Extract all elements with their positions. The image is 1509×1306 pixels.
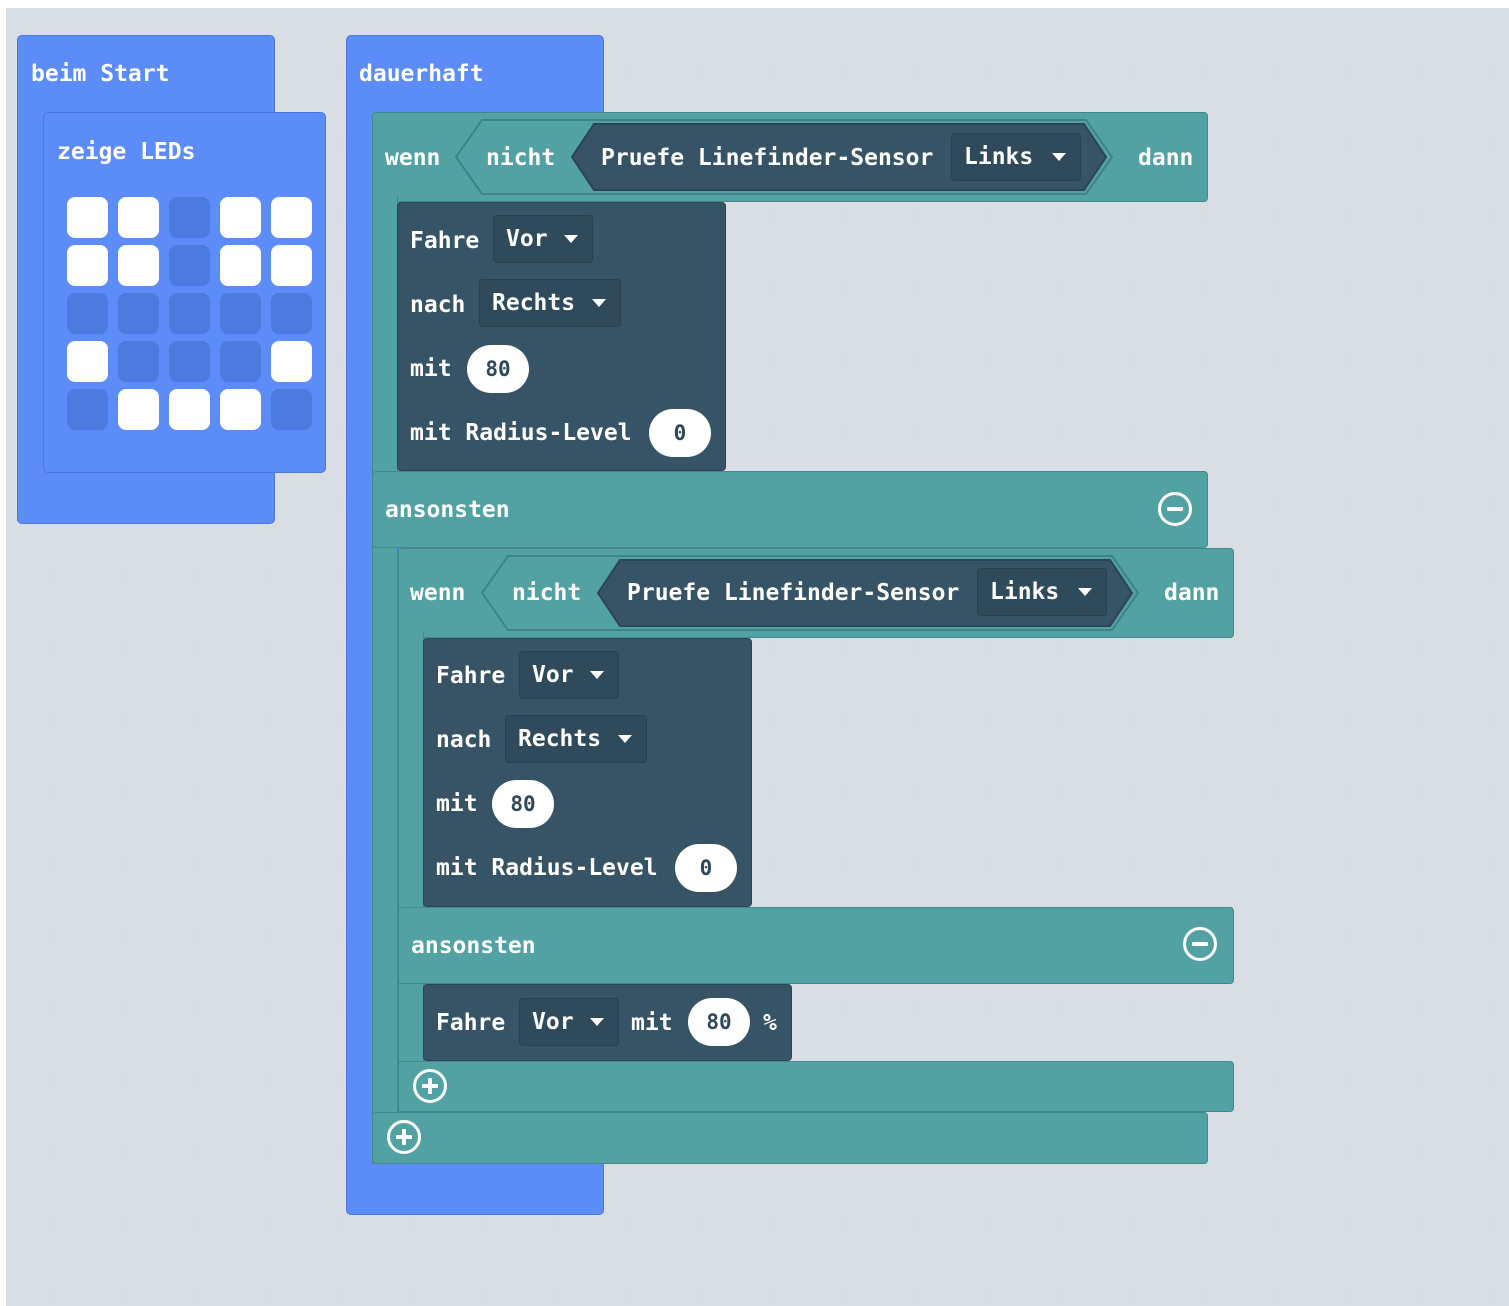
led-cell[interactable] [118,293,159,334]
else-with-label: mit [631,1010,673,1036]
chevron-down-icon [590,671,604,679]
radius-input[interactable]: 0 [649,409,711,457]
led-cell[interactable] [118,245,159,286]
led-cell[interactable] [271,293,312,334]
show-leds-label: zeige LEDs [57,139,196,165]
led-cell[interactable] [67,389,108,430]
chevron-down-icon [592,299,606,307]
speed-input[interactable]: 80 [467,345,529,393]
inner-radius-label: mit Radius-Level [436,855,658,881]
inner-if-else-mouth-left [398,632,424,1112]
else-direction-value: Vor [532,1009,574,1035]
else-speed-input[interactable]: 80 [688,998,750,1046]
direction-value: Vor [506,226,548,252]
inner-then-label: dann [1164,580,1220,606]
led-cell[interactable] [169,389,210,430]
inner-direction-value: Vor [532,662,574,688]
add-else-icon[interactable] [387,1120,421,1154]
led-cell[interactable] [169,197,210,238]
chevron-down-icon [618,735,632,743]
inner-not-label: nicht [512,580,582,606]
drive-label: Fahre [410,228,480,254]
turn-value: Rechts [492,290,576,316]
toward-label: nach [410,292,466,318]
led-cell[interactable] [271,245,312,286]
inner-if-label: wenn [410,580,466,606]
else-label: ansonsten [385,497,510,523]
sensor-side-dropdown[interactable]: Links [951,133,1081,181]
inner-else-label: ansonsten [411,933,536,959]
led-cell[interactable] [118,341,159,382]
led-cell[interactable] [67,293,108,334]
chevron-down-icon [1078,588,1092,596]
if-else-mouth-left [372,196,398,1164]
inner-sensor-side-dropdown[interactable]: Links [977,568,1107,616]
chevron-down-icon [1052,153,1066,161]
chevron-down-icon [590,1018,604,1026]
inner-drive-label: Fahre [436,663,506,689]
on-start-label: beim Start [31,61,170,87]
direction-dropdown[interactable]: Vor [493,215,593,263]
inner-if-bottom-bar [398,1061,1234,1112]
led-cell[interactable] [220,389,261,430]
inner-turn-value: Rechts [518,726,602,752]
inner-radius-input[interactable]: 0 [675,844,737,892]
led-cell[interactable] [118,197,159,238]
sensor-label: Pruefe Linefinder-Sensor [601,145,934,171]
led-cell[interactable] [67,197,108,238]
then-label: dann [1138,145,1194,171]
led-cell[interactable] [169,245,210,286]
with-label: mit [410,356,452,382]
led-cell[interactable] [118,389,159,430]
inner-with-label: mit [436,791,478,817]
inner-sensor-label: Pruefe Linefinder-Sensor [627,580,960,606]
led-cell[interactable] [169,293,210,334]
inner-remove-else-icon[interactable] [1183,927,1217,961]
led-cell[interactable] [220,197,261,238]
turn-dropdown[interactable]: Rechts [479,279,621,327]
led-cell[interactable] [220,245,261,286]
inner-direction-dropdown[interactable]: Vor [519,651,619,699]
inner-speed-input[interactable]: 80 [492,780,554,828]
radius-label: mit Radius-Level [410,420,632,446]
percent-label: % [763,1010,777,1036]
inner-sensor-side-value: Links [990,579,1060,605]
led-cell[interactable] [271,341,312,382]
else-direction-dropdown[interactable]: Vor [519,998,619,1046]
led-cell[interactable] [220,293,261,334]
inner-add-else-icon[interactable] [413,1069,447,1103]
inner-turn-dropdown[interactable]: Rechts [505,715,647,763]
if-label: wenn [385,145,441,171]
led-cell[interactable] [271,197,312,238]
led-cell[interactable] [271,389,312,430]
remove-else-icon[interactable] [1158,492,1192,526]
else-drive-label: Fahre [436,1010,506,1036]
forever-label: dauerhaft [359,61,484,87]
sensor-side-value: Links [964,144,1034,170]
chevron-down-icon [564,235,578,243]
led-cell[interactable] [169,341,210,382]
led-cell[interactable] [220,341,261,382]
led-cell[interactable] [67,341,108,382]
not-label: nicht [486,145,556,171]
inner-toward-label: nach [436,727,492,753]
led-cell[interactable] [67,245,108,286]
if-bottom-bar [372,1112,1208,1164]
